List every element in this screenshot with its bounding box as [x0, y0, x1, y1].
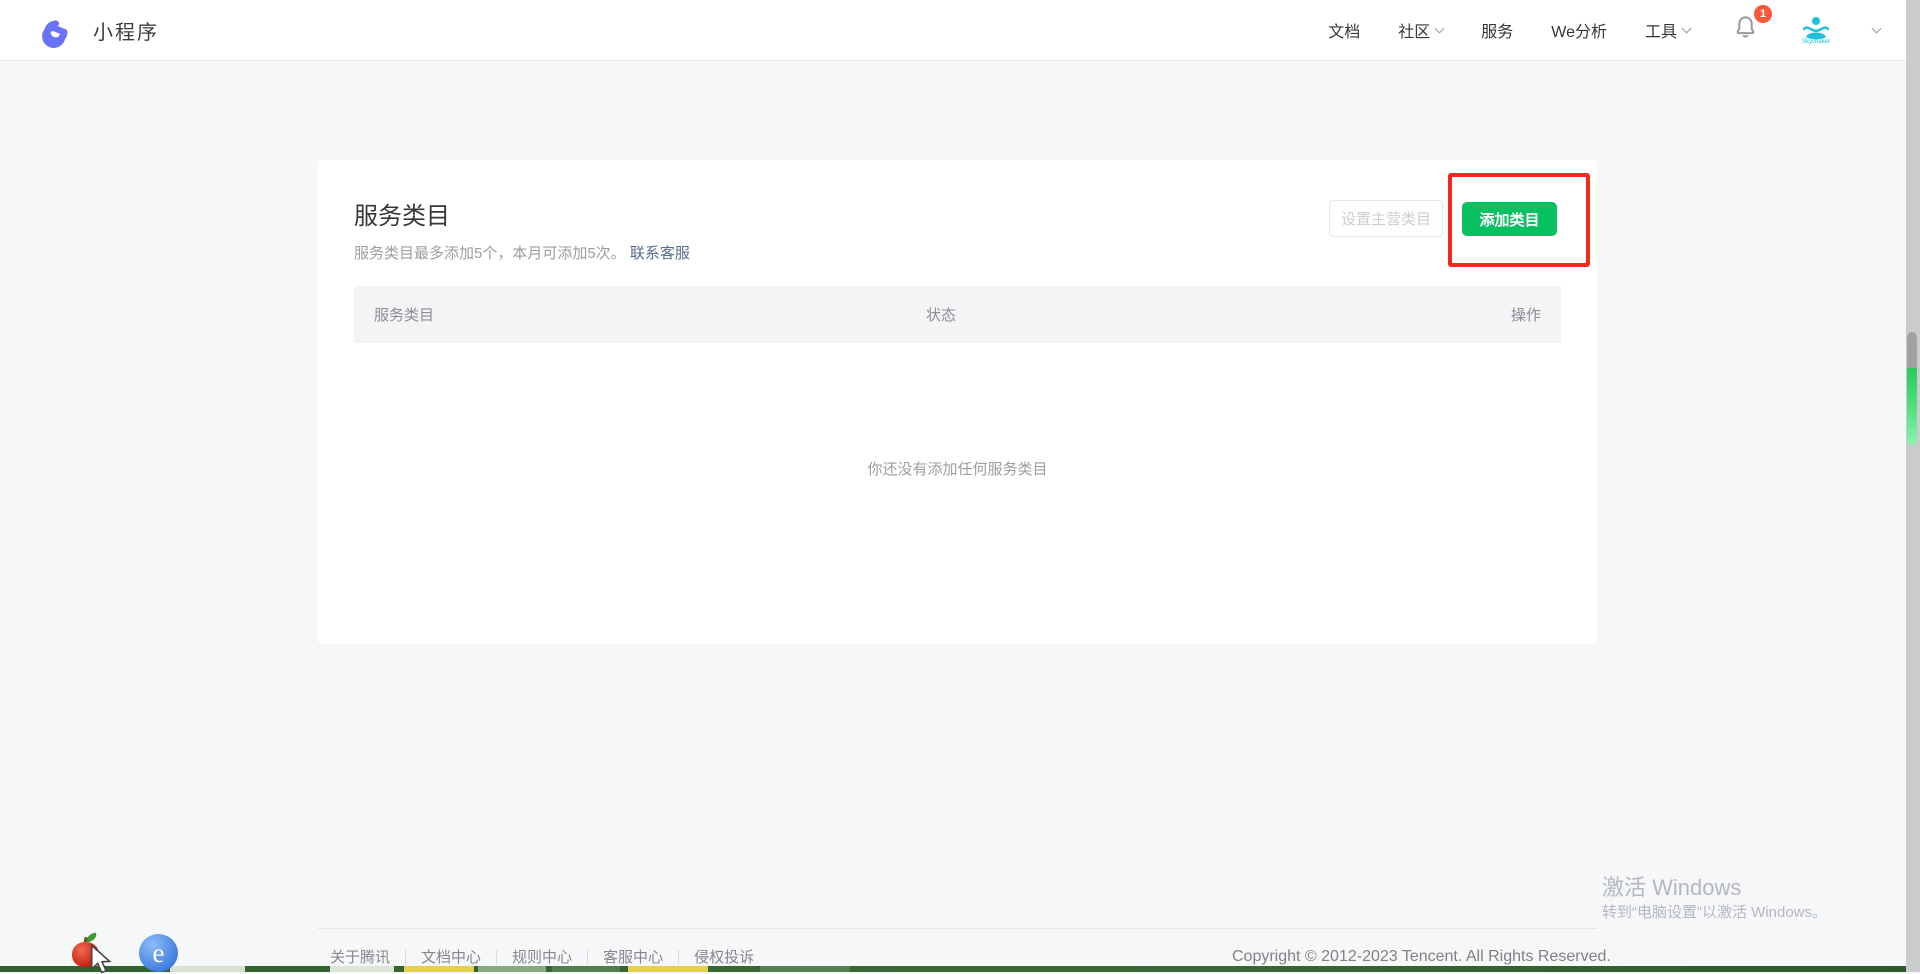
add-category-button[interactable]: 添加类目	[1462, 202, 1557, 236]
strip-block	[628, 966, 708, 972]
footer-link-support-center[interactable]: 客服中心	[588, 946, 678, 967]
subtitle-text: 服务类目最多添加5个，本月可添加5次。	[354, 245, 626, 262]
copyright-text: Copyright © 2012-2023 Tencent. All Right…	[1232, 948, 1611, 966]
scrollbar-track[interactable]	[1906, 0, 1920, 972]
internet-explorer-icon[interactable]: e	[139, 934, 178, 972]
ie-letter: e	[153, 940, 165, 967]
scrollbar-thumb-green	[1907, 368, 1917, 445]
nav-item-tools[interactable]: 工具	[1645, 18, 1690, 42]
strip-block	[330, 966, 394, 972]
strip-block	[552, 966, 620, 972]
nav-item-service[interactable]: 服务	[1481, 18, 1513, 42]
footer-link-rules-center[interactable]: 规则中心	[497, 946, 587, 967]
strip-block	[404, 966, 474, 972]
column-header-status: 状态	[926, 304, 1421, 325]
table-header-row: 服务类目 状态 操作	[354, 286, 1561, 343]
strip-block	[478, 966, 546, 972]
column-header-actions: 操作	[1421, 304, 1561, 325]
strip-block	[760, 966, 850, 972]
footer-links: 关于腾讯 文档中心 规则中心 客服中心 侵权投诉	[330, 946, 769, 967]
set-main-category-button[interactable]: 设置主营类目	[1329, 200, 1443, 237]
nav-label: 文档	[1328, 18, 1360, 42]
avatar-logo-icon	[1801, 16, 1831, 40]
service-category-card: 服务类目 服务类目最多添加5个，本月可添加5次。 联系客服 设置主营类目 添加类…	[318, 160, 1597, 644]
nav-label: 社区	[1398, 18, 1430, 42]
page-subtitle: 服务类目最多添加5个，本月可添加5次。 联系客服	[354, 242, 690, 263]
footer-link-infringement[interactable]: 侵权投诉	[679, 946, 769, 967]
account-chevron-down-icon[interactable]	[1872, 23, 1882, 33]
footer-link-docs-center[interactable]: 文档中心	[406, 946, 496, 967]
nav-item-weanalysis[interactable]: We分析	[1551, 18, 1607, 42]
contact-support-link[interactable]: 联系客服	[630, 245, 690, 262]
column-header-category: 服务类目	[354, 304, 926, 325]
empty-state-text: 你还没有添加任何服务类目	[318, 458, 1597, 479]
scrollbar-thumb-gray	[1907, 332, 1917, 368]
app-header: 小程序 文档 社区 服务 We分析 工具 1	[0, 0, 1906, 61]
scrollbar-thumb[interactable]	[1907, 332, 1917, 445]
footer-link-about[interactable]: 关于腾讯	[330, 946, 405, 967]
chevron-down-icon	[1682, 23, 1692, 33]
strip-block	[170, 966, 245, 972]
top-nav: 文档 社区 服务 We分析 工具 1	[1328, 14, 1906, 46]
footer-divider	[318, 928, 1597, 929]
nav-item-community[interactable]: 社区	[1398, 18, 1443, 42]
notification-bell-button[interactable]: 1	[1732, 14, 1759, 46]
user-avatar[interactable]: Skychaker	[1797, 16, 1835, 45]
app-title: 小程序	[93, 16, 159, 45]
notification-badge: 1	[1754, 5, 1772, 23]
background-window-strip	[0, 966, 1920, 972]
chevron-down-icon	[1435, 23, 1445, 33]
windows-activation-subtitle: 转到“电脑设置”以激活 Windows。	[1602, 901, 1827, 922]
nav-label: 服务	[1481, 18, 1513, 42]
nav-label: 工具	[1645, 18, 1677, 42]
miniprogram-logo-icon	[38, 11, 80, 49]
windows-activation-title: 激活 Windows	[1602, 870, 1741, 902]
mouse-cursor-icon	[90, 944, 112, 974]
miniprogram-home-link[interactable]: 小程序	[0, 11, 159, 49]
nav-item-docs[interactable]: 文档	[1328, 18, 1360, 42]
nav-label: We分析	[1551, 18, 1607, 42]
avatar-name: Skychaker	[1802, 39, 1830, 45]
page-title: 服务类目	[354, 196, 450, 231]
